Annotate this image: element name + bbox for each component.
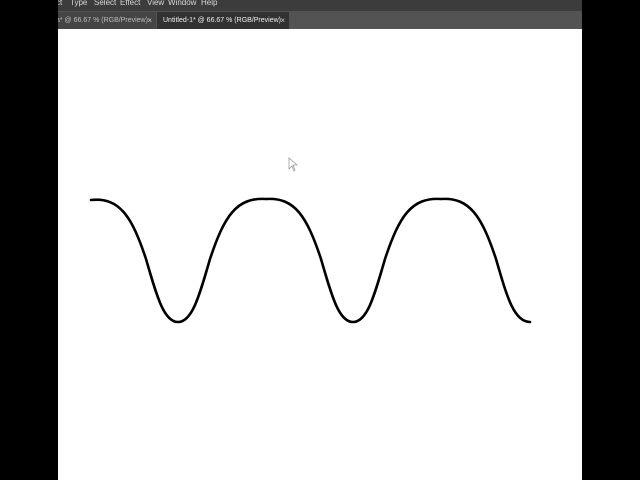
- close-icon[interactable]: ×: [147, 12, 152, 29]
- artboard-canvas[interactable]: [58, 29, 582, 480]
- menu-item-view[interactable]: View: [147, 0, 164, 9]
- tab-document-1[interactable]: a* @ 66.67 % (RGB/Preview) ×: [58, 12, 156, 29]
- sine-wave-path[interactable]: [89, 197, 532, 324]
- tab-label: a* @ 66.67 % (RGB/Preview): [58, 17, 148, 24]
- pointer-cursor-icon: [288, 157, 299, 172]
- illustrator-window: ct Type Select Effect View Window Help a…: [58, 0, 582, 480]
- menu-item-help[interactable]: Help: [201, 0, 217, 9]
- menu-item-object-partial[interactable]: ct: [58, 0, 62, 9]
- menu-item-window[interactable]: Window: [168, 0, 196, 9]
- menu-item-effect[interactable]: Effect: [120, 0, 140, 9]
- close-icon[interactable]: ×: [280, 12, 285, 29]
- document-tab-bar: a* @ 66.67 % (RGB/Preview) × Untitled-1*…: [58, 11, 582, 29]
- menu-item-type[interactable]: Type: [70, 0, 87, 9]
- menu-item-select[interactable]: Select: [94, 0, 116, 9]
- tab-label: Untitled-1* @ 66.67 % (RGB/Preview): [163, 17, 281, 24]
- tab-untitled-1[interactable]: Untitled-1* @ 66.67 % (RGB/Preview) ×: [157, 12, 289, 29]
- artwork-svg: [89, 157, 532, 324]
- menu-bar: ct Type Select Effect View Window Help: [58, 0, 582, 11]
